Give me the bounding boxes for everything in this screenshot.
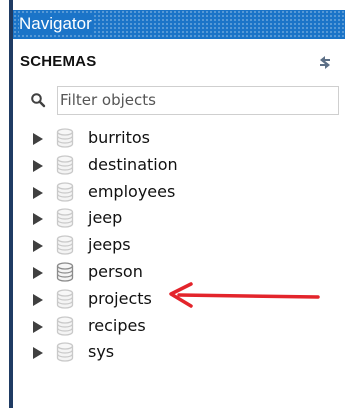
database-icon — [56, 181, 74, 202]
schema-name: person — [88, 262, 143, 281]
database-icon — [56, 342, 74, 363]
search-icon — [31, 93, 46, 108]
schema-item[interactable]: destination — [13, 152, 333, 178]
schema-item[interactable]: jeep — [13, 205, 333, 231]
schema-name: destination — [88, 154, 178, 174]
expand-triangle-icon[interactable] — [33, 213, 43, 226]
top-strip — [13, 0, 345, 10]
schema-name: projects — [88, 288, 152, 308]
schema-item[interactable]: sys — [13, 339, 333, 365]
database-icon — [56, 262, 74, 282]
navigator-titlebar: Navigator — [13, 10, 345, 39]
database-icon — [56, 289, 74, 309]
expand-triangle-icon[interactable] — [33, 293, 43, 306]
database-icon — [56, 235, 74, 255]
expand-triangle-icon[interactable] — [33, 133, 43, 145]
database-icon — [56, 315, 74, 336]
schema-item[interactable]: jeeps — [13, 232, 333, 258]
expand-triangle-icon[interactable] — [33, 320, 43, 333]
schema-name: burritos — [88, 128, 151, 147]
schema-tree: burritos destination employees jeep jeeps per… — [13, 125, 345, 375]
navigator-title: Navigator — [19, 14, 94, 34]
schemas-section-title: SCHEMAS — [20, 53, 97, 70]
schema-name: employees — [88, 181, 176, 201]
expand-triangle-icon[interactable] — [33, 159, 43, 172]
expand-triangle-icon[interactable] — [33, 240, 43, 253]
schema-name: jeeps — [88, 235, 131, 255]
schema-item[interactable]: employees — [13, 179, 333, 205]
refresh-icon[interactable] — [316, 53, 334, 71]
schema-name: sys — [88, 342, 115, 362]
filter-objects-input[interactable] — [60, 89, 330, 111]
schema-name: jeep — [88, 208, 123, 228]
annotation-arrow — [169, 282, 320, 308]
database-icon — [56, 208, 74, 229]
schema-name: recipes — [88, 315, 146, 335]
expand-triangle-icon[interactable] — [33, 267, 43, 279]
expand-triangle-icon[interactable] — [33, 347, 43, 360]
expand-triangle-icon[interactable] — [33, 186, 43, 199]
schema-item[interactable]: recipes — [13, 313, 333, 339]
database-icon — [56, 155, 74, 175]
database-icon — [56, 128, 74, 148]
window-edge — [0, 0, 13, 408]
schema-item[interactable]: burritos — [13, 125, 333, 151]
